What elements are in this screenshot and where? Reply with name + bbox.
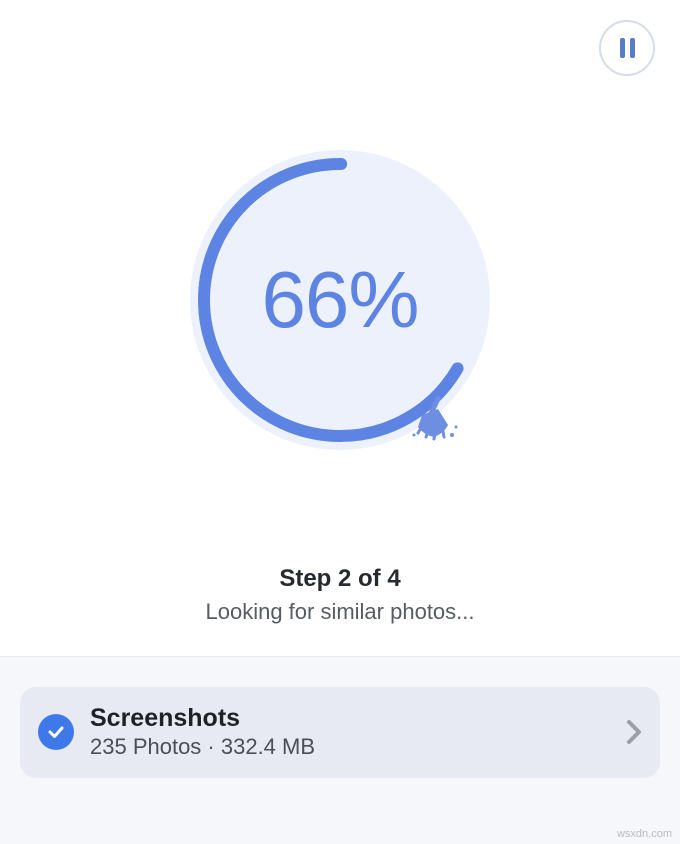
status-text-block: Step 2 of 4 Looking for similar photos..… — [0, 565, 680, 625]
step-counter-label: Step 2 of 4 — [0, 565, 680, 593]
result-text-block: Screenshots 235 Photos · 332.4 MB — [90, 703, 610, 762]
progress-percent-label: 66% — [261, 254, 418, 346]
results-section: Screenshots 235 Photos · 332.4 MB — [0, 656, 680, 844]
step-detail-label: Looking for similar photos... — [0, 599, 680, 625]
check-icon — [38, 714, 74, 750]
pause-button[interactable] — [599, 20, 655, 76]
result-row-screenshots[interactable]: Screenshots 235 Photos · 332.4 MB — [20, 687, 660, 778]
chevron-right-icon — [626, 719, 642, 745]
broom-icon — [404, 395, 460, 443]
scan-progress-screen: 66% Step 2 of 4 Looking for similar phot… — [0, 0, 680, 656]
result-title: Screenshots — [90, 703, 610, 733]
pause-icon — [620, 38, 635, 58]
progress-circle: 66% — [190, 150, 490, 450]
result-subtitle: 235 Photos · 332.4 MB — [90, 733, 610, 762]
watermark-label: wsxdn.com — [617, 828, 672, 840]
